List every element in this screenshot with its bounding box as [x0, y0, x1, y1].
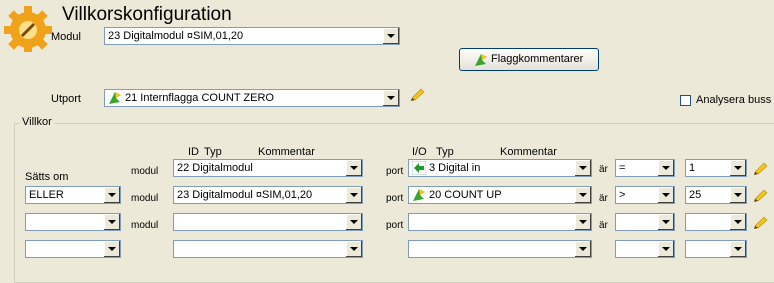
- villkor-group-label: Villkor: [20, 116, 54, 128]
- page-title: Villkorskonfiguration: [62, 4, 232, 25]
- col-kommentar-header: Kommentar: [258, 146, 315, 158]
- row-port-select[interactable]: 3 Digital in: [408, 159, 592, 177]
- row-port-value: 3 Digital in: [429, 162, 481, 174]
- flag-icon: [475, 54, 487, 66]
- row-value-select[interactable]: 1: [685, 159, 747, 177]
- chevron-down-icon[interactable]: [657, 241, 674, 257]
- row-operator-value: >: [619, 189, 626, 201]
- analyze-checkbox[interactable]: [680, 95, 691, 106]
- utport-select-value: 21 Internflagga COUNT ZERO: [125, 92, 274, 104]
- chevron-down-icon[interactable]: [382, 90, 399, 106]
- flag-icon: [109, 92, 121, 104]
- row-operator-select[interactable]: >: [615, 186, 675, 204]
- row-modul-label: modul: [131, 166, 159, 177]
- chevron-down-icon[interactable]: [345, 187, 362, 203]
- chevron-down-icon[interactable]: [103, 241, 120, 257]
- row-modul-select[interactable]: [173, 213, 363, 231]
- modul-select[interactable]: 23 Digitalmodul ¤SIM,01,20: [104, 27, 400, 45]
- row-modul-select[interactable]: 22 Digitalmodul: [173, 159, 363, 177]
- row-value-value: 1: [689, 162, 696, 174]
- row-port-select[interactable]: [408, 213, 592, 231]
- pencil-icon[interactable]: [753, 213, 769, 229]
- pencil-icon[interactable]: [753, 186, 769, 202]
- flag-comments-button[interactable]: Flaggkommentarer: [459, 48, 599, 71]
- row-operator-select[interactable]: =: [615, 159, 675, 177]
- col-kommentar2-header: Kommentar: [500, 146, 557, 158]
- row-value-select[interactable]: [685, 240, 747, 258]
- row-port-value: 20 COUNT UP: [429, 189, 502, 201]
- row-ar-label: är: [599, 164, 608, 175]
- green-arrow-left-icon: [412, 161, 426, 175]
- row-port-label: port: [386, 166, 404, 177]
- row-modul-value: 22 Digitalmodul: [177, 162, 253, 174]
- chevron-down-icon[interactable]: [574, 187, 591, 203]
- row-port-label: port: [386, 220, 404, 231]
- satts-om-label: Sätts om: [25, 171, 69, 183]
- chevron-down-icon[interactable]: [345, 214, 362, 230]
- row-value-value: 25: [689, 189, 702, 201]
- chevron-down-icon[interactable]: [345, 241, 362, 257]
- row-value-select[interactable]: 25: [685, 186, 747, 204]
- pencil-icon[interactable]: [753, 159, 769, 175]
- utport-label: Utport: [51, 93, 81, 105]
- row-ar-label: är: [599, 220, 608, 231]
- chevron-down-icon[interactable]: [103, 187, 120, 203]
- flag-comments-label: Flaggkommentarer: [491, 53, 584, 65]
- row-logic-select[interactable]: [25, 240, 121, 258]
- row-logic-select[interactable]: ELLER: [25, 186, 121, 204]
- row-ar-label: är: [599, 193, 608, 204]
- row-operator-select[interactable]: [615, 240, 675, 258]
- row-modul-label: modul: [131, 220, 159, 231]
- chevron-down-icon[interactable]: [657, 214, 674, 230]
- row-logic-select[interactable]: [25, 213, 121, 231]
- row-port-label: port: [386, 193, 404, 204]
- chevron-down-icon[interactable]: [657, 160, 674, 176]
- chevron-down-icon[interactable]: [729, 187, 746, 203]
- row-operator-select[interactable]: [615, 213, 675, 231]
- chevron-down-icon[interactable]: [729, 241, 746, 257]
- modul-label: Modul: [51, 31, 81, 43]
- chevron-down-icon[interactable]: [574, 160, 591, 176]
- row-modul-select[interactable]: [173, 240, 363, 258]
- chevron-down-icon[interactable]: [382, 28, 399, 44]
- row-value-select[interactable]: [685, 213, 747, 231]
- row-modul-value: 23 Digitalmodul ¤SIM,01,20: [177, 189, 313, 201]
- col-typ-header: Typ: [204, 146, 222, 158]
- row-port-select[interactable]: 20 COUNT UP: [408, 186, 592, 204]
- chevron-down-icon[interactable]: [574, 241, 591, 257]
- utport-select[interactable]: 21 Internflagga COUNT ZERO: [104, 89, 400, 107]
- chevron-down-icon[interactable]: [657, 187, 674, 203]
- chevron-down-icon[interactable]: [103, 214, 120, 230]
- flag-icon: [413, 189, 425, 201]
- gear-icon: [4, 6, 52, 52]
- chevron-down-icon[interactable]: [729, 214, 746, 230]
- row-modul-label: modul: [131, 193, 159, 204]
- analyze-label: Analysera buss: [696, 94, 772, 106]
- col-id-header: ID: [188, 146, 199, 158]
- col-io-header: I/O: [412, 146, 427, 158]
- row-port-select[interactable]: [408, 240, 592, 258]
- chevron-down-icon[interactable]: [345, 160, 362, 176]
- row-logic-value: ELLER: [29, 189, 64, 201]
- col-typ2-header: Typ: [436, 146, 454, 158]
- pencil-icon[interactable]: [410, 85, 426, 101]
- modul-select-value: 23 Digitalmodul ¤SIM,01,20: [108, 30, 244, 42]
- row-operator-value: =: [619, 162, 626, 174]
- row-modul-select[interactable]: 23 Digitalmodul ¤SIM,01,20: [173, 186, 363, 204]
- chevron-down-icon[interactable]: [574, 214, 591, 230]
- chevron-down-icon[interactable]: [729, 160, 746, 176]
